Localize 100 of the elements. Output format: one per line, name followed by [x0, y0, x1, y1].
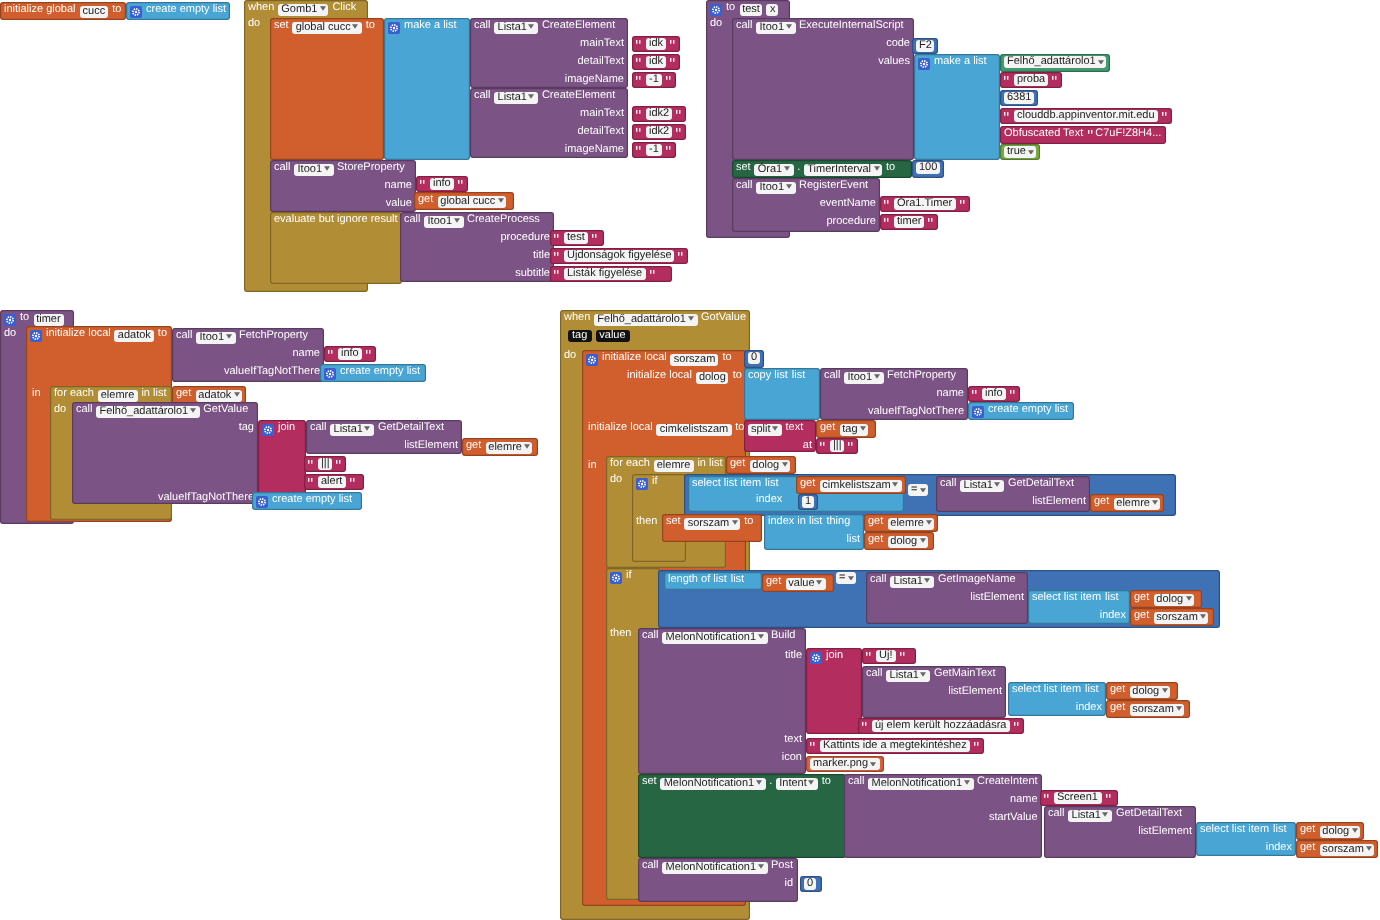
caret-icon	[497, 198, 504, 204]
caret-icon	[528, 94, 535, 100]
caret-icon	[870, 761, 877, 767]
quote-icon	[820, 441, 826, 447]
gear-icon[interactable]	[918, 57, 930, 69]
caret-icon	[784, 166, 791, 172]
caret-icon	[758, 864, 765, 870]
quote-icon	[636, 39, 642, 45]
gear-icon[interactable]	[30, 329, 42, 341]
caret-icon	[892, 482, 899, 488]
caret-icon	[1097, 59, 1104, 65]
quote-icon	[636, 57, 642, 63]
caret-icon	[920, 672, 927, 678]
quote-icon	[972, 389, 978, 395]
caret-icon	[528, 24, 535, 30]
caret-icon	[781, 462, 788, 468]
caret-icon	[919, 538, 926, 544]
quote-icon	[884, 217, 890, 223]
quote-icon	[365, 349, 372, 355]
quote-icon	[665, 145, 672, 151]
quote-icon	[336, 459, 343, 465]
quote-icon	[554, 233, 560, 239]
caret-icon	[352, 24, 359, 30]
quote-icon	[1004, 75, 1010, 81]
quote-icon	[676, 127, 683, 133]
gear-icon[interactable]	[256, 495, 268, 507]
caret-icon	[873, 166, 879, 172]
caret-icon	[233, 392, 240, 398]
quote-icon	[1161, 111, 1168, 117]
quote-icon	[1052, 75, 1059, 81]
gear-icon[interactable]	[636, 477, 648, 489]
caret-icon	[919, 487, 926, 493]
caret-icon	[756, 780, 763, 786]
quote-icon	[554, 251, 560, 257]
quote-icon	[636, 75, 642, 81]
quote-icon	[848, 441, 855, 447]
caret-icon	[786, 24, 792, 30]
quote-icon	[676, 109, 683, 115]
caret-icon	[964, 780, 971, 786]
quote-icon	[328, 349, 334, 355]
caret-icon	[772, 426, 779, 432]
gear-icon[interactable]	[130, 5, 142, 17]
caret-icon	[859, 426, 866, 432]
caret-icon	[1351, 828, 1358, 834]
quote-icon	[862, 721, 868, 727]
quote-icon	[1009, 389, 1016, 395]
caret-icon	[924, 578, 931, 584]
caret-icon	[364, 426, 371, 432]
caret-icon	[1161, 688, 1168, 694]
quote-icon	[670, 57, 677, 63]
quote-icon	[665, 75, 672, 81]
quote-icon	[678, 251, 685, 257]
quote-icon	[554, 269, 560, 275]
caret-icon	[758, 634, 765, 640]
quote-icon	[636, 145, 642, 151]
quote-icon	[1105, 793, 1111, 799]
caret-icon	[1102, 812, 1109, 818]
caret-icon	[1365, 846, 1372, 852]
quote-icon	[866, 651, 872, 657]
caret-icon	[1027, 149, 1034, 155]
quote-icon	[636, 127, 642, 133]
caret-icon	[454, 218, 460, 224]
quote-icon	[591, 233, 598, 239]
quote-icon	[928, 217, 935, 223]
caret-icon	[925, 520, 932, 526]
gear-icon[interactable]	[810, 651, 822, 663]
quote-icon	[636, 109, 642, 115]
gear-icon[interactable]	[388, 21, 400, 33]
quote-icon	[1013, 721, 1020, 727]
gear-icon[interactable]	[710, 3, 722, 15]
quote-icon	[884, 199, 890, 205]
gear-icon[interactable]	[972, 405, 984, 417]
gear-icon[interactable]	[4, 313, 16, 325]
caret-icon	[847, 575, 854, 581]
quote-icon	[959, 199, 966, 205]
gear-icon[interactable]	[586, 353, 598, 365]
quote-icon	[420, 179, 426, 185]
caret-icon	[324, 166, 330, 172]
caret-icon	[731, 520, 738, 526]
caret-icon	[688, 316, 694, 322]
caret-icon	[319, 6, 326, 12]
caret-icon	[816, 580, 823, 586]
quote-icon	[810, 741, 816, 747]
caret-icon	[874, 374, 880, 380]
quote-icon	[1004, 111, 1010, 117]
gear-icon[interactable]	[324, 367, 336, 379]
quote-icon	[1087, 129, 1094, 135]
caret-icon	[1185, 596, 1192, 602]
caret-icon	[1199, 614, 1206, 620]
gear-icon[interactable]	[262, 423, 274, 435]
quote-icon	[899, 651, 906, 657]
caret-icon	[1175, 706, 1182, 712]
quote-icon	[973, 741, 980, 747]
quote-icon	[457, 179, 464, 185]
gear-icon[interactable]	[610, 571, 622, 583]
caret-icon	[190, 408, 197, 414]
quote-icon	[649, 269, 656, 275]
caret-icon	[994, 482, 1001, 488]
caret-icon	[226, 334, 232, 340]
quote-icon	[308, 477, 314, 483]
